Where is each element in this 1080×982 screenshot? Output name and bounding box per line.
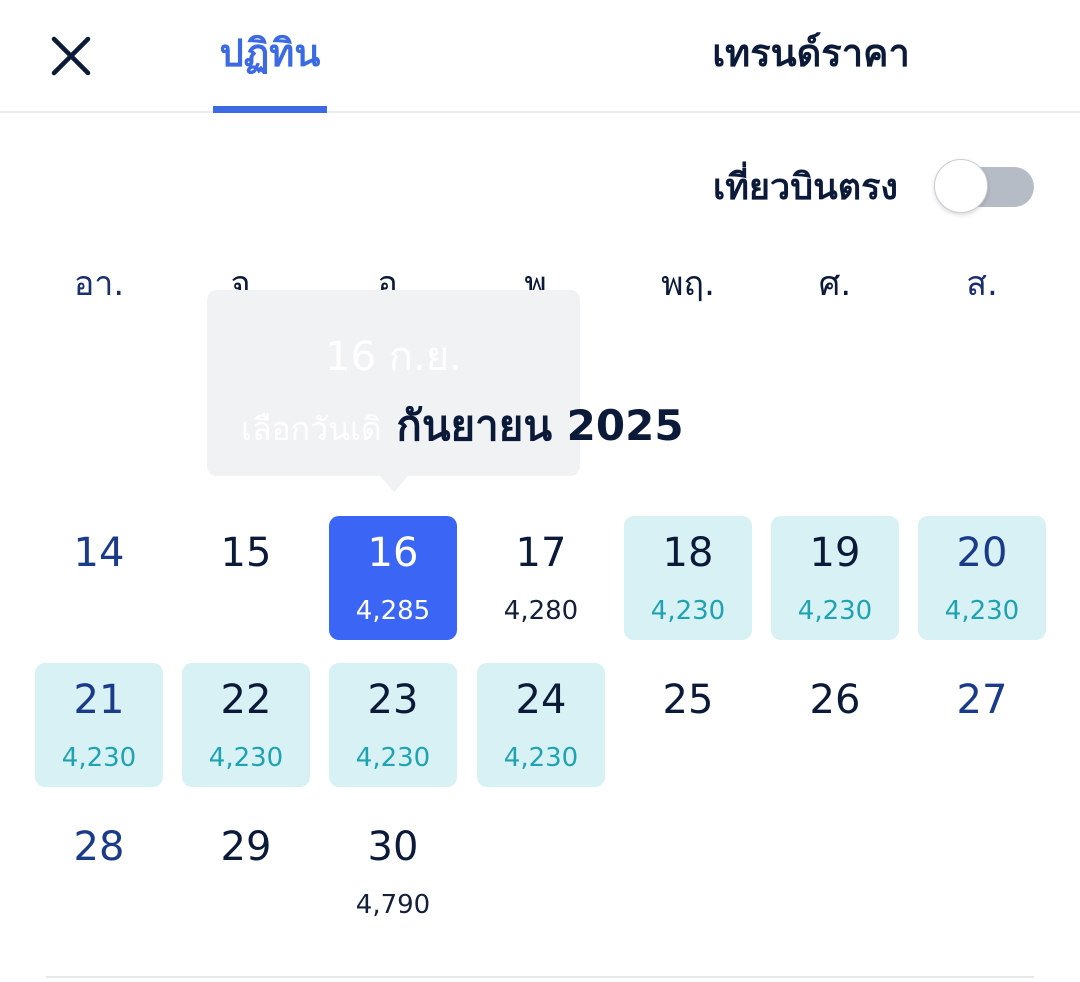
day-number: 26	[809, 677, 861, 723]
tab-calendar[interactable]: ปฏิทิน	[206, 28, 334, 78]
active-tab-indicator	[213, 106, 327, 113]
day-price: 4,230	[208, 743, 284, 773]
day-cell[interactable]: 25	[624, 663, 752, 787]
day-number: 16	[367, 530, 419, 576]
day-cell[interactable]: 27	[918, 663, 1046, 787]
weekday-fri: ศ.	[818, 264, 852, 304]
header-bar: ปฏิทิน เทรนด์ราคา	[0, 0, 1080, 113]
day-cell-cheap[interactable]: 19 4,230	[771, 516, 899, 640]
toggle-knob	[934, 159, 988, 213]
day-number: 19	[809, 530, 861, 576]
divider	[46, 976, 1034, 978]
day-number: 29	[220, 824, 272, 870]
weekday-thu: พฤ.	[661, 264, 715, 304]
day-cell[interactable]: 29	[182, 810, 310, 934]
day-cell[interactable]: 15	[182, 516, 310, 640]
day-cell[interactable]: 17 4,280	[477, 516, 605, 640]
day-number: 18	[662, 530, 714, 576]
day-number: 20	[956, 530, 1008, 576]
day-price: 4,230	[797, 596, 873, 626]
day-price: 4,280	[503, 596, 579, 626]
day-number: 25	[662, 677, 714, 723]
day-number: 23	[367, 677, 419, 723]
day-price: 4,230	[61, 743, 137, 773]
day-cell-cheap[interactable]: 20 4,230	[918, 516, 1046, 640]
tab-price-trend[interactable]: เทรนด์ราคา	[680, 28, 942, 78]
direct-flight-label: เที่ยวบินตรง	[712, 167, 898, 208]
day-price: 4,230	[944, 596, 1020, 626]
month-title: กันยายน 2025	[396, 401, 684, 450]
day-cell[interactable]: 14	[35, 516, 163, 640]
weekday-sat: ส.	[966, 264, 998, 304]
weekday-sun: อา.	[73, 264, 125, 304]
day-cell-cheap[interactable]: 23 4,230	[329, 663, 457, 787]
day-cell[interactable]: 28	[35, 810, 163, 934]
day-cell-selected[interactable]: 16 4,285	[329, 516, 457, 640]
day-number: 14	[73, 530, 125, 576]
day-price: 4,230	[650, 596, 726, 626]
day-number: 22	[220, 677, 272, 723]
day-number: 27	[956, 677, 1008, 723]
day-price: 4,790	[355, 890, 431, 920]
day-number: 17	[515, 530, 567, 576]
close-button[interactable]	[48, 33, 94, 79]
tooltip-arrow	[380, 476, 408, 492]
day-number: 15	[220, 530, 272, 576]
day-number: 28	[73, 824, 125, 870]
day-cell[interactable]: 26	[771, 663, 899, 787]
direct-flight-toggle[interactable]	[934, 159, 1034, 215]
day-number: 21	[73, 677, 125, 723]
day-cell[interactable]: 30 4,790	[329, 810, 457, 934]
day-price: 4,230	[355, 743, 431, 773]
close-icon	[51, 36, 91, 76]
day-price: 4,285	[355, 596, 431, 626]
day-number: 30	[367, 824, 419, 870]
day-price: 4,230	[503, 743, 579, 773]
day-cell-cheap[interactable]: 22 4,230	[182, 663, 310, 787]
day-cell-cheap[interactable]: 21 4,230	[35, 663, 163, 787]
day-number: 24	[515, 677, 567, 723]
day-cell-cheap[interactable]: 24 4,230	[477, 663, 605, 787]
day-cell-cheap[interactable]: 18 4,230	[624, 516, 752, 640]
tooltip-date: 16 ก.ย.	[325, 334, 462, 380]
